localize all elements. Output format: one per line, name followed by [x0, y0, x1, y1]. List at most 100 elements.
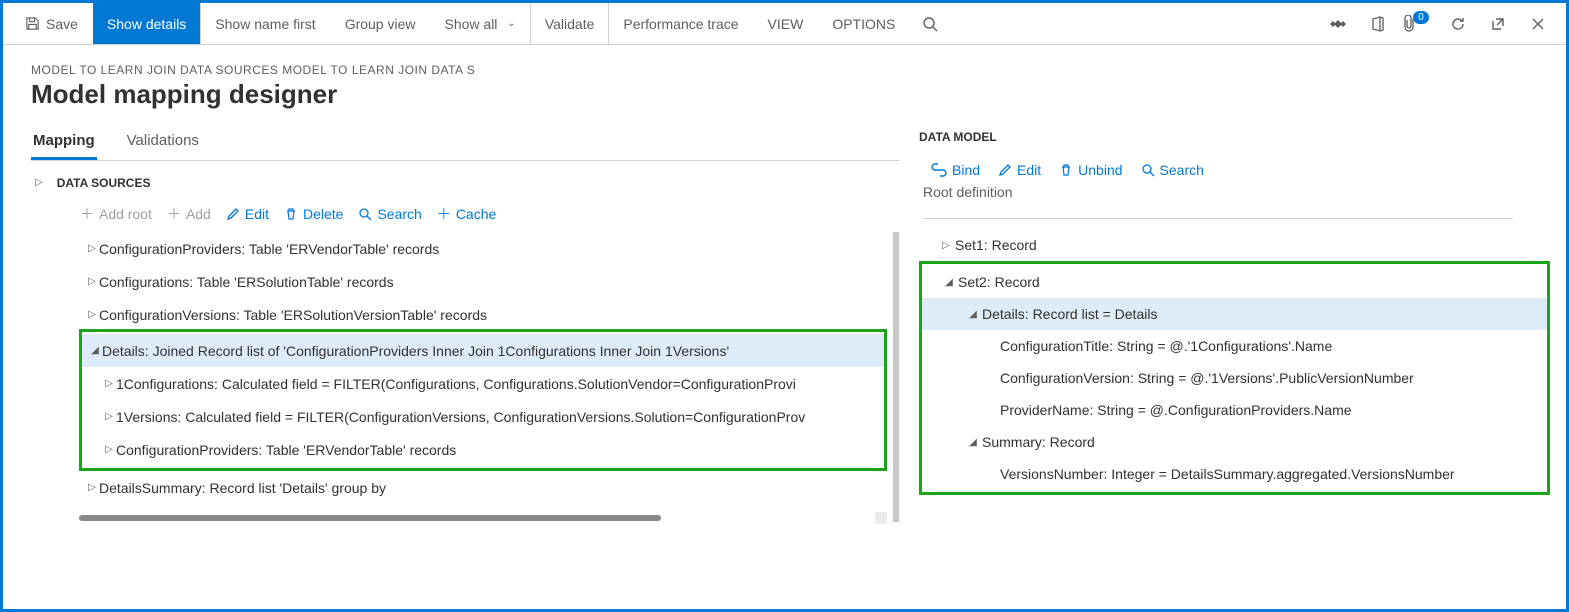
show-all-label: Show all [445, 16, 498, 32]
trash-icon [283, 206, 299, 222]
tree-node[interactable]: ▷ ConfigurationProviders: Table 'ERVendo… [82, 433, 884, 466]
show-name-first-button[interactable]: Show name first [201, 3, 330, 44]
expand-icon[interactable]: ▷ [85, 276, 99, 287]
expand-icon[interactable]: ▷ [85, 482, 99, 493]
show-name-first-label: Show name first [215, 16, 315, 32]
tree-node-label: DetailsSummary: Record list 'Details' gr… [99, 480, 887, 496]
data-sources-header: ▷ DATA SOURCES [31, 173, 899, 192]
delete-button[interactable]: Delete [283, 206, 343, 222]
tree-node-label: 1Configurations: Calculated field = FILT… [116, 376, 884, 392]
bind-button[interactable]: Bind [931, 162, 980, 178]
options-button[interactable]: OPTIONS [818, 3, 910, 44]
data-model-tree: ▷ Set1: Record ◢ Set2: Record ◢ Details:… [919, 229, 1550, 495]
tree-node[interactable]: ▷ 1Configurations: Calculated field = FI… [82, 367, 884, 400]
dm-node-details[interactable]: ◢ Details: Record list = Details [922, 298, 1547, 330]
tree-node[interactable]: ▷ DetailsSummary: Record list 'Details' … [79, 471, 887, 504]
tree-node-label: Details: Joined Record list of 'Configur… [102, 343, 884, 359]
tree-node-label: Configurations: Table 'ERSolutionTable' … [99, 274, 887, 290]
save-button[interactable]: Save [11, 3, 93, 44]
search-button[interactable]: Search [357, 206, 421, 222]
attachments-badge: 0 [1413, 11, 1429, 24]
tree-node-label: ConfigurationVersions: Table 'ERSolution… [99, 307, 887, 323]
data-sources-label: DATA SOURCES [57, 176, 151, 190]
diamond-icon[interactable] [1318, 3, 1358, 44]
collapse-icon[interactable]: ◢ [88, 345, 102, 356]
horizontal-scrollbar[interactable] [79, 514, 887, 522]
expand-icon[interactable]: ▷ [937, 240, 955, 251]
office-icon[interactable] [1358, 3, 1398, 44]
unbind-label: Unbind [1078, 162, 1122, 178]
edit-button[interactable]: Edit [998, 162, 1041, 178]
search-icon-button[interactable] [910, 3, 950, 44]
add-label: Add [186, 206, 211, 222]
edit-label: Edit [1017, 162, 1041, 178]
data-model-toolbar: Bind Edit Unbind Search [931, 162, 1550, 178]
group-view-label: Group view [345, 16, 416, 32]
expand-icon[interactable]: ▷ [102, 378, 116, 389]
collapse-icon[interactable]: ◢ [940, 277, 958, 288]
data-sources-toolbar: ＋ Add root ＋ Add Edit Delete [79, 206, 899, 222]
group-view-button[interactable]: Group view [331, 3, 431, 44]
page-heading: MODEL TO LEARN JOIN DATA SOURCES MODEL T… [3, 45, 1566, 116]
command-bar: Save Show details Show name first Group … [3, 3, 1566, 45]
tree-node[interactable]: ▷ ConfigurationVersions: Table 'ERSoluti… [79, 298, 887, 331]
tab-mapping[interactable]: Mapping [31, 124, 97, 160]
expand-icon[interactable]: ▷ [102, 444, 116, 455]
show-details-button[interactable]: Show details [93, 3, 201, 44]
cache-button[interactable]: ＋ Cache [436, 206, 496, 222]
dm-node[interactable]: ProviderName: String = @.ConfigurationPr… [922, 394, 1547, 426]
dm-node[interactable]: ConfigurationVersion: String = @.'1Versi… [922, 362, 1547, 394]
tab-validations[interactable]: Validations [125, 124, 201, 160]
search-label: Search [1160, 162, 1204, 178]
tree-node-label: ConfigurationProviders: Table 'ERVendorT… [116, 442, 884, 458]
show-details-label: Show details [107, 16, 186, 32]
collapse-icon[interactable]: ◢ [964, 437, 982, 448]
unbind-button[interactable]: Unbind [1059, 162, 1122, 178]
scrollbar-thumb[interactable] [79, 515, 661, 521]
cache-label: Cache [456, 206, 496, 222]
root-definition-label: Root definition [923, 184, 1513, 219]
dm-node[interactable]: ◢ Set2: Record [922, 266, 1547, 298]
tabs: Mapping Validations [31, 124, 899, 161]
dm-node-label: Set2: Record [958, 274, 1040, 290]
view-button[interactable]: VIEW [754, 3, 819, 44]
close-icon[interactable] [1518, 3, 1558, 44]
validate-button[interactable]: Validate [531, 3, 610, 44]
page-title: Model mapping designer [31, 79, 1538, 110]
show-all-button[interactable]: Show all ⌄ [431, 3, 531, 44]
performance-trace-button[interactable]: Performance trace [609, 3, 753, 44]
scrollbar-end [875, 512, 887, 524]
add-button[interactable]: ＋ Add [166, 206, 211, 222]
expand-icon[interactable]: ▷ [102, 411, 116, 422]
dm-node-label: VersionsNumber: Integer = DetailsSummary… [1000, 466, 1455, 482]
dm-node[interactable]: ConfigurationTitle: String = @.'1Configu… [922, 330, 1547, 362]
edit-button[interactable]: Edit [225, 206, 269, 222]
tree-node-label: 1Versions: Calculated field = FILTER(Con… [116, 409, 884, 425]
tree-node[interactable]: ▷ Configurations: Table 'ERSolutionTable… [79, 265, 887, 298]
options-label: OPTIONS [832, 16, 895, 32]
add-root-button[interactable]: ＋ Add root [79, 206, 152, 222]
dm-node[interactable]: ◢ Summary: Record [922, 426, 1547, 458]
dm-node[interactable]: ▷ Set1: Record [919, 229, 1550, 261]
tree-node[interactable]: ▷ ConfigurationProviders: Table 'ERVendo… [79, 232, 887, 265]
attachments-icon[interactable]: 0 [1398, 3, 1438, 44]
expand-icon[interactable]: ▷ [85, 309, 99, 320]
breadcrumb: MODEL TO LEARN JOIN DATA SOURCES MODEL T… [31, 63, 1538, 77]
pencil-icon [225, 206, 241, 222]
search-icon [357, 206, 373, 222]
tree-node[interactable]: ▷ 1Versions: Calculated field = FILTER(C… [82, 400, 884, 433]
tree-node-label: ConfigurationProviders: Table 'ERVendorT… [99, 241, 887, 257]
dm-node-label: ConfigurationTitle: String = @.'1Configu… [1000, 338, 1332, 354]
collapse-icon[interactable]: ◢ [964, 309, 982, 320]
tree-node-details[interactable]: ◢ Details: Joined Record list of 'Config… [82, 334, 884, 367]
popout-icon[interactable] [1478, 3, 1518, 44]
chevron-down-icon: ⌄ [507, 18, 515, 29]
validate-label: Validate [545, 16, 595, 32]
expand-icon[interactable]: ▷ [85, 243, 99, 254]
dm-node[interactable]: VersionsNumber: Integer = DetailsSummary… [922, 458, 1547, 490]
expand-icon[interactable]: ▷ [31, 173, 47, 192]
link-icon [931, 163, 947, 177]
refresh-icon[interactable] [1438, 3, 1478, 44]
search-button[interactable]: Search [1141, 162, 1204, 178]
dm-node-label: ProviderName: String = @.ConfigurationPr… [1000, 402, 1352, 418]
